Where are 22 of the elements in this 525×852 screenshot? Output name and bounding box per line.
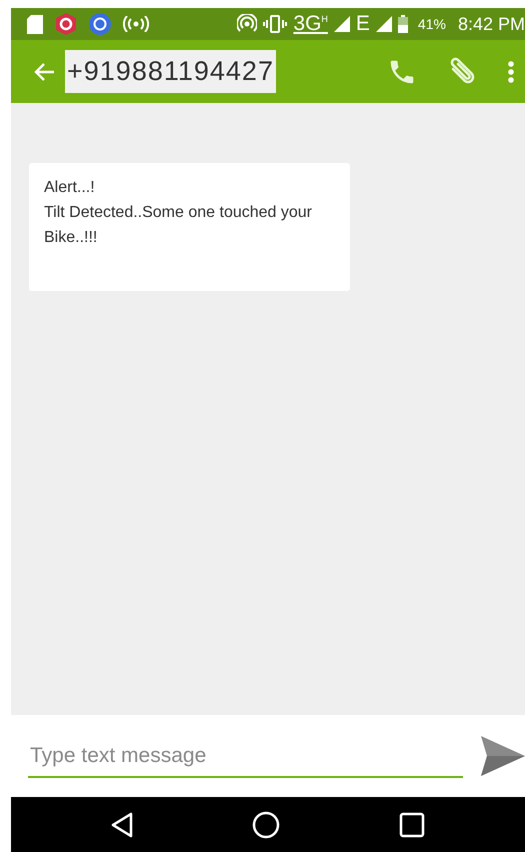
chat-icon [89, 13, 111, 35]
message-input-field[interactable]: Type text message [28, 734, 463, 778]
wireless-icon [237, 14, 258, 34]
app-icon [55, 13, 77, 35]
message-text: Tilt Detected..Some one touched your Bike..!!! [44, 203, 313, 248]
signal-icon [376, 16, 392, 32]
network-type: E [356, 12, 370, 36]
message-text: Alert...! [44, 178, 96, 198]
vibrate-icon [263, 15, 288, 33]
recent-apps-icon[interactable] [399, 812, 426, 838]
contact-number: +919881194427 [65, 50, 276, 93]
hotspot-icon [123, 16, 149, 32]
signal-icon [334, 16, 350, 32]
network-type: 3G$^{H}$ [293, 12, 328, 36]
home-icon[interactable] [252, 810, 280, 838]
back-icon[interactable] [110, 812, 133, 838]
battery-percent: 41% [418, 16, 446, 32]
sd-card-icon [27, 14, 43, 34]
send-icon[interactable] [481, 736, 525, 776]
more-options-icon[interactable] [507, 60, 515, 84]
battery-icon [398, 15, 408, 33]
clock: 8:42 PM [458, 14, 525, 34]
